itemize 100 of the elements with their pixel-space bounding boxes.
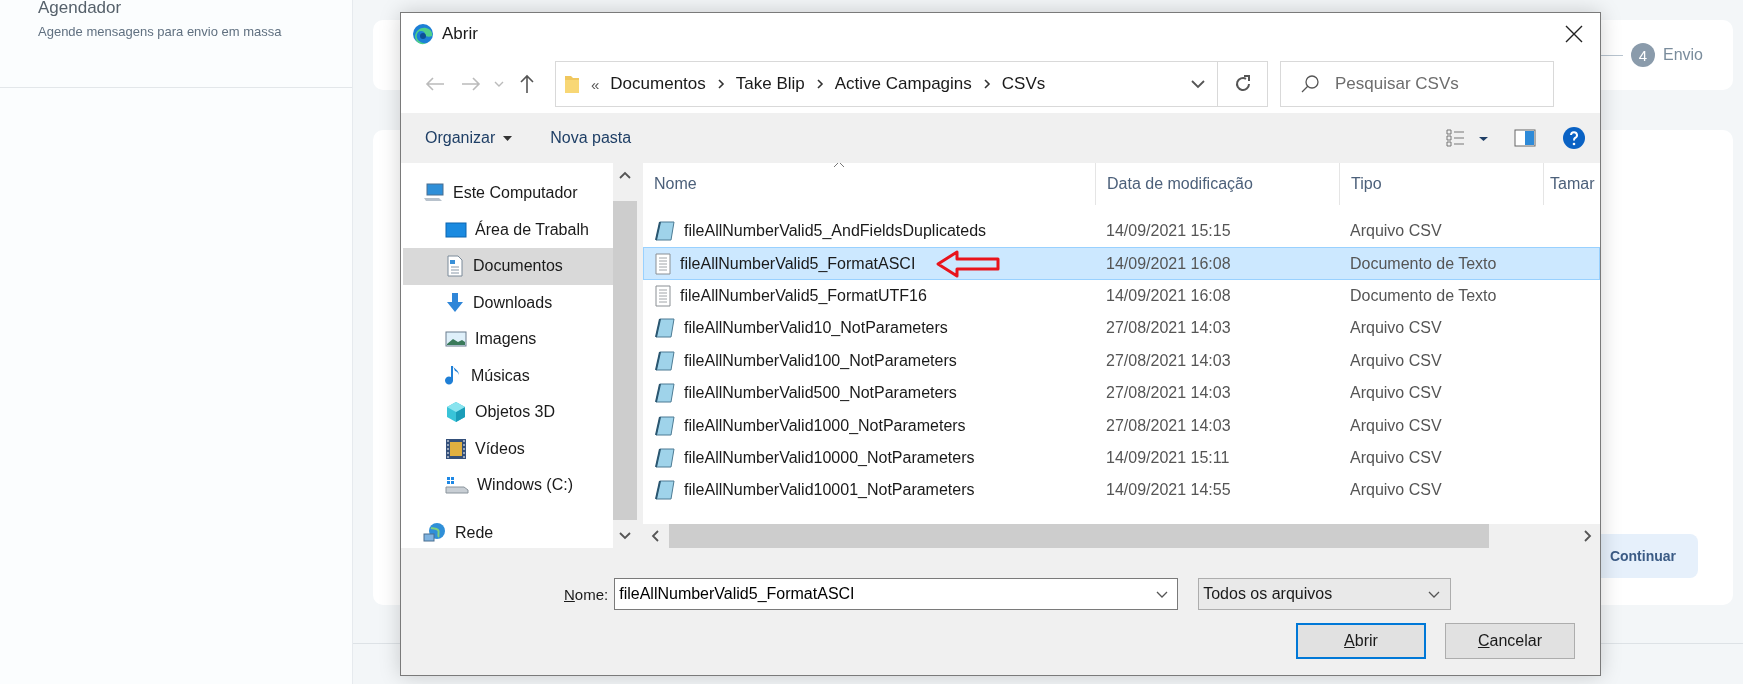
nav-item[interactable]: Este Computador xyxy=(403,175,613,212)
breadcrumb-item[interactable]: Active Campagins xyxy=(834,74,972,94)
spreadsheet-file-icon xyxy=(654,349,676,372)
file-type: Arquivo CSV xyxy=(1349,481,1443,500)
chevron-right-icon xyxy=(982,78,991,90)
file-type: Arquivo CSV xyxy=(1349,448,1443,467)
column-header[interactable]: Tipo xyxy=(1339,163,1543,205)
nav-item[interactable]: Documentos xyxy=(403,248,613,285)
address-bar[interactable]: « Documentos Take Blip Active Campagins CSVs xyxy=(555,61,1218,107)
file-row[interactable]: fileAllNumberValid500_NotParameters 27/08/2021 14:03 Arquivo CSV xyxy=(643,376,1600,410)
dialog-title: Abrir xyxy=(442,24,479,44)
desktop-icon xyxy=(445,220,467,239)
up-arrow-icon[interactable] xyxy=(519,74,535,94)
open-button[interactable]: Abrir xyxy=(1296,623,1426,659)
nav-item[interactable]: Imagens xyxy=(403,321,613,358)
file-type: Arquivo CSV xyxy=(1349,319,1443,338)
file-type: Arquivo CSV xyxy=(1349,384,1443,403)
file-name: fileAllNumberValid5_FormatUTF16 xyxy=(680,286,927,305)
scroll-up-icon[interactable] xyxy=(619,171,631,179)
file-date: 27/08/2021 14:03 xyxy=(1105,416,1232,435)
breadcrumb-item[interactable]: Documentos xyxy=(610,74,706,94)
browser-logo-icon xyxy=(412,23,434,45)
spreadsheet-file-icon xyxy=(654,479,676,502)
search-field[interactable]: Pesquisar CSVs xyxy=(1280,61,1554,107)
file-date: 27/08/2021 14:03 xyxy=(1105,351,1232,370)
refresh-button[interactable] xyxy=(1218,61,1268,107)
download-icon xyxy=(445,291,465,314)
filename-field[interactable]: fileAllNumberValid5_FormatASCI xyxy=(614,578,1179,610)
file-name: fileAllNumberValid10_NotParameters xyxy=(684,319,948,338)
file-name: fileAllNumberValid100_NotParameters xyxy=(684,351,957,370)
file-row[interactable]: fileAllNumberValid5_FormatASCI 14/09/2021 16:08 Documento de Texto xyxy=(643,247,1600,280)
file-row[interactable]: fileAllNumberValid10000_NotParameters 14/09/2021 15:11 Arquivo CSV xyxy=(643,441,1600,475)
refresh-icon xyxy=(1233,75,1252,93)
scroll-left-icon[interactable] xyxy=(651,530,659,542)
chevron-right-icon xyxy=(716,78,725,90)
folder-icon xyxy=(564,74,580,94)
file-row[interactable]: fileAllNumberValid5_AndFieldsDuplicateds 14/09/2021 15:15 Arquivo CSV xyxy=(643,215,1600,248)
step-label: Envio xyxy=(1662,46,1703,64)
sort-caret-icon xyxy=(833,163,845,168)
nav-item[interactable]: Objetos 3D xyxy=(403,394,613,431)
film-icon xyxy=(445,437,467,460)
text-file-icon xyxy=(654,252,672,275)
file-row[interactable]: fileAllNumberValid10001_NotParameters 14/09/2021 14:55 Arquivo CSV xyxy=(643,474,1600,507)
computer-icon xyxy=(423,183,445,204)
new-folder-button[interactable]: Nova pasta xyxy=(550,129,632,147)
column-header[interactable]: Data de modificação xyxy=(1095,163,1339,205)
caret-icon xyxy=(503,135,513,141)
organize-menu[interactable]: Organizar xyxy=(425,129,513,147)
help-icon[interactable] xyxy=(1562,126,1586,150)
file-date: 27/08/2021 14:03 xyxy=(1105,384,1232,403)
breadcrumb-item[interactable]: Take Blip xyxy=(735,74,805,94)
view-options-icon[interactable] xyxy=(1446,128,1488,148)
page-title: Agendador xyxy=(38,0,123,18)
file-row[interactable]: fileAllNumberValid1000_NotParameters 27/08/2021 14:03 Arquivo CSV xyxy=(643,409,1600,442)
spreadsheet-file-icon xyxy=(654,220,676,243)
spreadsheet-file-icon xyxy=(654,414,676,437)
text-file-icon xyxy=(654,284,672,307)
file-date: 14/09/2021 15:15 xyxy=(1105,222,1232,241)
chevron-down-icon[interactable] xyxy=(1156,591,1169,598)
chevron-down-icon[interactable] xyxy=(1191,79,1205,89)
scroll-down-icon[interactable] xyxy=(619,532,631,540)
file-name: fileAllNumberValid500_NotParameters xyxy=(684,384,957,403)
nav-item[interactable]: Músicas xyxy=(403,357,613,394)
file-date: 14/09/2021 14:55 xyxy=(1105,481,1232,500)
file-date: 14/09/2021 16:08 xyxy=(1105,254,1232,273)
file-date: 14/09/2021 15:11 xyxy=(1105,448,1231,467)
file-type: Documento de Texto xyxy=(1349,286,1498,305)
preview-pane-icon[interactable] xyxy=(1514,129,1536,147)
file-type: Arquivo CSV xyxy=(1349,416,1443,435)
spreadsheet-file-icon xyxy=(654,446,676,469)
search-icon xyxy=(1300,74,1320,94)
document-icon xyxy=(445,255,465,278)
nav-item[interactable]: Windows (C:) xyxy=(403,467,613,504)
nav-item[interactable]: Vídeos xyxy=(403,430,613,467)
nav-item[interactable]: Rede xyxy=(403,514,613,548)
file-name: fileAllNumberValid10000_NotParameters xyxy=(684,448,975,467)
chevron-right-icon xyxy=(815,78,824,90)
file-type-dropdown[interactable]: Todos os arquivos xyxy=(1198,578,1452,610)
chevron-down-icon xyxy=(1428,590,1441,598)
cancel-button[interactable]: Cancelar xyxy=(1445,623,1575,659)
scroll-right-icon[interactable] xyxy=(1584,530,1592,542)
nav-item[interactable]: Área de Trabalh xyxy=(403,211,613,248)
file-row[interactable]: fileAllNumberValid5_FormatUTF16 14/09/2021 16:08 Documento de Texto xyxy=(643,279,1600,313)
column-header[interactable]: Nome xyxy=(643,163,1095,205)
drive-icon xyxy=(445,476,469,495)
file-name: fileAllNumberValid10001_NotParameters xyxy=(684,481,975,500)
file-date: 27/08/2021 14:03 xyxy=(1105,319,1232,338)
file-type: Arquivo CSV xyxy=(1349,351,1443,370)
file-row[interactable]: fileAllNumberValid100_NotParameters 27/08/2021 14:03 Arquivo CSV xyxy=(643,344,1600,377)
breadcrumb-overflow[interactable]: « xyxy=(591,75,600,93)
file-row[interactable]: fileAllNumberValid10_NotParameters 27/08/2021 14:03 Arquivo CSV xyxy=(643,312,1600,345)
file-type: Documento de Texto xyxy=(1349,254,1498,273)
nav-item[interactable]: Downloads xyxy=(403,284,613,321)
column-header[interactable]: Tamar xyxy=(1543,163,1595,205)
file-date: 14/09/2021 16:08 xyxy=(1105,286,1232,305)
breadcrumb-item[interactable]: CSVs xyxy=(1001,74,1046,94)
spreadsheet-file-icon xyxy=(654,317,676,340)
filename-label: Nome: xyxy=(564,585,609,603)
horizontal-scrollbar[interactable] xyxy=(643,524,1600,548)
file-name: fileAllNumberValid5_FormatASCI xyxy=(680,254,916,273)
